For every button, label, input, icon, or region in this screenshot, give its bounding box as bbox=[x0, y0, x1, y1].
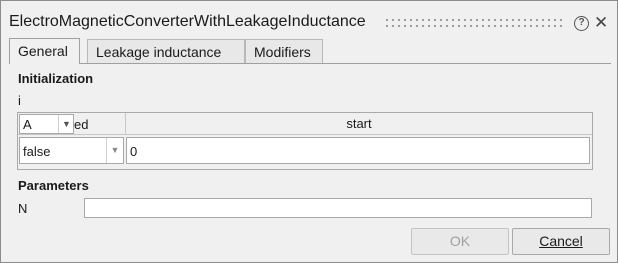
chevron-down-icon[interactable]: ▼ bbox=[106, 138, 123, 163]
initialization-title: Initialization bbox=[18, 71, 94, 86]
start-column-header: start bbox=[126, 113, 592, 135]
drag-grip[interactable] bbox=[384, 17, 564, 29]
tab-modifiers[interactable]: Modifiers bbox=[245, 39, 323, 64]
fixed-select[interactable]: false ▼ bbox=[19, 137, 124, 164]
close-icon[interactable]: ✕ bbox=[594, 13, 608, 33]
start-value-input[interactable]: 0 bbox=[126, 137, 590, 164]
tab-bar: General Leakage inductance Modifiers bbox=[9, 38, 613, 64]
title-bar[interactable]: ElectroMagneticConverterWithLeakageInduc… bbox=[1, 1, 617, 39]
window-title: ElectroMagneticConverterWithLeakageInduc… bbox=[9, 13, 366, 30]
unit-select[interactable]: A ▼ bbox=[19, 114, 74, 134]
parameters-title: Parameters bbox=[18, 178, 89, 193]
n-label: N bbox=[18, 201, 28, 216]
n-input[interactable] bbox=[84, 198, 592, 218]
fixed-value: false bbox=[23, 144, 51, 159]
unit-value: A bbox=[23, 117, 32, 132]
fixed-header-label: ed bbox=[74, 117, 89, 132]
tab-leakage-inductance[interactable]: Leakage inductance bbox=[87, 39, 245, 64]
dialog-window: ElectroMagneticConverterWithLeakageInduc… bbox=[0, 0, 618, 263]
initialization-grid: ed A ▼ start false ▼ 0 bbox=[17, 112, 593, 170]
ok-button[interactable]: OK bbox=[411, 228, 509, 255]
tab-general[interactable]: General bbox=[9, 38, 80, 64]
chevron-down-icon[interactable]: ▼ bbox=[58, 115, 74, 133]
start-value: 0 bbox=[130, 144, 138, 159]
cancel-label: Cancel bbox=[539, 233, 583, 249]
help-icon[interactable]: ? bbox=[574, 16, 589, 31]
cancel-button[interactable]: Cancel bbox=[512, 228, 610, 255]
variable-label: i bbox=[18, 93, 21, 108]
